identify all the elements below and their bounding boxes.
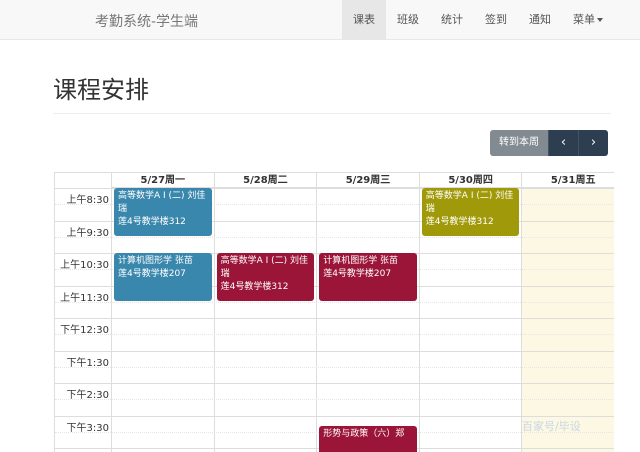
- course-event[interactable]: 高等数学A I (二) 刘佳瑞莲4号教学楼312: [216, 253, 315, 301]
- next-week-button[interactable]: ›: [578, 130, 608, 156]
- course-room: 莲4号教学楼312: [118, 217, 186, 227]
- nav-item-label: 统计: [441, 13, 463, 26]
- course-title: 形势与政策（六）郑: [323, 429, 405, 440]
- time-axis: [55, 173, 112, 452]
- chevron-right-icon: ›: [590, 135, 597, 150]
- course-title: 计算机图形学 张苗: [323, 256, 399, 266]
- day-column[interactable]: [215, 188, 318, 452]
- nav-item-2[interactable]: 统计: [430, 0, 474, 40]
- day-header: 5/28周二: [214, 173, 318, 188]
- time-label: 上午9:30: [66, 227, 109, 239]
- nav-item-5[interactable]: 菜单: [562, 0, 614, 40]
- course-room: 莲4号教学楼312: [425, 217, 494, 227]
- day-header: 5/29周三: [317, 173, 420, 188]
- nav-item-label: 课表: [353, 13, 375, 26]
- nav-item-1[interactable]: 班级: [386, 0, 430, 40]
- time-slot-line: [55, 236, 614, 238]
- time-label: 下午3:30: [66, 422, 109, 434]
- time-label: 上午8:30: [66, 195, 109, 206]
- nav-item-label: 签到: [485, 13, 507, 26]
- chevron-left-icon: ‹: [560, 135, 567, 150]
- time-slot-line: [55, 399, 614, 401]
- time-label: 下午1:30: [66, 357, 109, 369]
- course-title: 高等数学A I (二) 刘佳瑞: [425, 191, 514, 214]
- today-button[interactable]: 转到本周: [490, 130, 548, 156]
- time-slot-line: [55, 301, 614, 303]
- calendar-nav-group: 转到本周 ‹ ›: [490, 130, 608, 156]
- nav-item-label: 通知: [529, 13, 551, 26]
- day-column[interactable]: [317, 188, 420, 452]
- course-title: 高等数学A I (二) 刘佳瑞: [118, 191, 206, 214]
- prev-week-button[interactable]: ‹: [548, 130, 578, 156]
- course-title: 计算机图形学 张苗: [118, 256, 193, 266]
- time-slot-line: [55, 366, 614, 368]
- course-room: 莲4号教学楼207: [118, 269, 186, 279]
- course-title: 高等数学A I (二) 刘佳瑞: [220, 256, 309, 279]
- title-divider: [53, 113, 611, 114]
- course-event[interactable]: 高等数学A I (二) 刘佳瑞莲4号教学楼312: [114, 188, 212, 236]
- course-room: 莲4号教学楼207: [323, 269, 392, 279]
- day-header: 5/31周五: [522, 173, 614, 188]
- main-nav: 课表 班级 统计 签到 通知 菜单: [342, 0, 614, 40]
- page-title: 课程安排: [53, 76, 149, 104]
- time-slot-line: [55, 334, 614, 336]
- day-header: 5/27周一: [112, 173, 215, 188]
- course-event[interactable]: 形势与政策（六）郑: [319, 426, 417, 452]
- time-label: 上午10:30: [60, 260, 109, 271]
- course-event[interactable]: 计算机图形学 张苗 莲4号教学楼207: [319, 253, 417, 301]
- day-header: 5/30周四: [419, 173, 523, 188]
- time-label: 下午12:30: [60, 325, 109, 336]
- course-event[interactable]: 计算机图形学 张苗 莲4号教学楼207: [114, 253, 212, 301]
- course-event[interactable]: 高等数学A I (二) 刘佳瑞莲4号教学楼312: [421, 188, 520, 236]
- nav-item-4[interactable]: 通知: [518, 0, 562, 40]
- time-slot-line: [55, 415, 614, 417]
- time-label: 上午11:30: [60, 292, 109, 304]
- week-calendar: 5/27周一 5/28周二 5/29周三 5/30周四 5/31周五上午8:30 上午9:…: [54, 172, 614, 452]
- time-label: 下午2:30: [66, 390, 109, 401]
- nav-item-3[interactable]: 签到: [474, 0, 518, 40]
- caret-down-icon: [597, 18, 603, 22]
- top-navbar: 考勤系统-学生端 课表 班级 统计 签到 通知 菜单: [0, 0, 640, 40]
- course-room: 莲4号教学楼312: [220, 282, 289, 292]
- time-slot-line: [55, 383, 614, 384]
- nav-item-label: 班级: [397, 13, 419, 26]
- time-slot-line: [55, 350, 614, 352]
- nav-item-label: 菜单: [573, 13, 595, 26]
- nav-item-0[interactable]: 课表: [342, 0, 386, 40]
- app-brand[interactable]: 考勤系统-学生端: [95, 11, 198, 31]
- watermark: 百家号/毕设: [522, 420, 581, 433]
- day-column[interactable]: [522, 188, 614, 452]
- time-slot-line: [55, 318, 614, 319]
